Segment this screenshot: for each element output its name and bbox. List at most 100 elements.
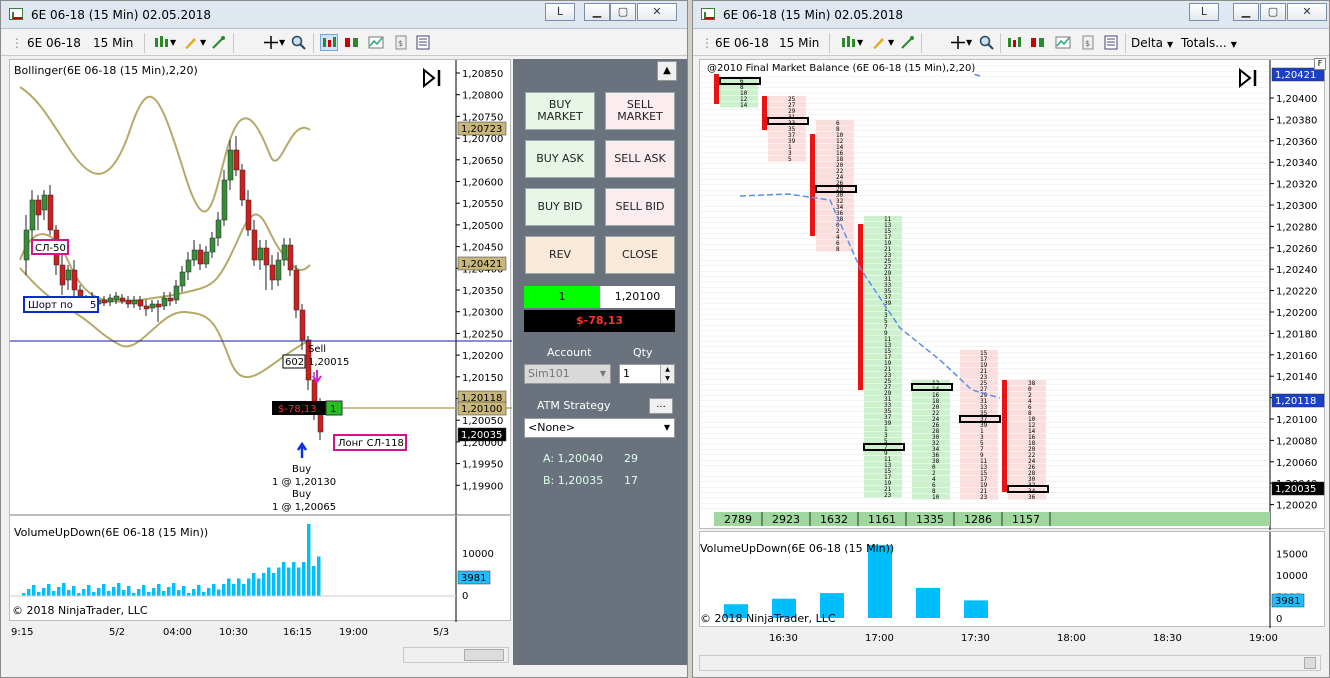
scroll-to-end-icon[interactable] — [422, 68, 444, 88]
instrument-selector[interactable]: 6E 06-18 — [715, 34, 769, 52]
chevron-down-icon[interactable]: ▼ — [170, 34, 176, 52]
minimize-button[interactable]: ▁ — [1233, 3, 1259, 21]
crosshair-icon[interactable] — [263, 35, 279, 50]
time-tick-label: 04:00 — [163, 627, 192, 638]
svg-text:$: $ — [398, 39, 403, 48]
chart-trader-icon[interactable] — [320, 34, 338, 51]
footprint-cell — [960, 410, 998, 416]
window-title: 6E 06-18 (15 Min) 02.05.2018 — [723, 8, 903, 22]
candle — [161, 297, 168, 307]
footprint-chart-panel[interactable]: 1,20400 1,20380 1,20360 1,20340 1,20320 1,203… — [699, 58, 1326, 530]
chart-trader-icon[interactable] — [1006, 35, 1022, 50]
properties-icon[interactable] — [344, 35, 360, 50]
chevron-down-icon[interactable]: ▼ — [200, 34, 206, 52]
crosshair-icon[interactable] — [950, 35, 966, 50]
bar-type-icon[interactable] — [153, 35, 169, 50]
data-box-icon[interactable] — [1103, 35, 1119, 50]
volume-panel[interactable]: 10000 0 3981 VolumeUpDown(6E 06-18 (15 Min… — [9, 515, 511, 622]
close-button[interactable]: ✕ — [637, 3, 677, 21]
sell-market-button[interactable]: SELL MARKET — [605, 92, 675, 130]
volume-bar — [67, 590, 71, 596]
sell-bid-button[interactable]: SELL BID — [605, 188, 675, 226]
candle — [299, 309, 306, 341]
atm-strategy-selector[interactable]: <None> ▼ — [524, 418, 675, 438]
footprint-cell — [960, 374, 998, 380]
footprint-cell — [912, 404, 950, 410]
account-selector[interactable]: Sim101 ▼ — [524, 364, 611, 384]
interval-selector[interactable]: 15 Min — [93, 34, 133, 52]
strategies-icon[interactable]: $ — [1080, 35, 1096, 50]
candle — [239, 169, 246, 201]
volume-panel[interactable]: 1500010000500003981 VolumeUpDown(6E 06-1… — [699, 531, 1325, 628]
footprint-cell — [816, 126, 854, 132]
candle — [107, 297, 114, 303]
footprint-cell — [768, 96, 806, 102]
totals-selector[interactable]: Totals... ▼ — [1181, 34, 1237, 52]
delta-selector[interactable]: Delta ▼ — [1131, 34, 1173, 52]
zoom-icon[interactable] — [291, 35, 307, 50]
buy-bid-button[interactable]: BUY BID — [525, 188, 595, 226]
link-button[interactable]: L — [1189, 3, 1219, 21]
link-button[interactable]: L — [545, 3, 575, 21]
sell-ask-button[interactable]: SELL ASK — [605, 140, 675, 178]
atm-more-button[interactable]: ... — [649, 398, 673, 414]
chevron-down-icon: ▼ — [663, 423, 670, 432]
horizontal-scrollbar[interactable] — [403, 647, 509, 663]
scroll-to-end-icon[interactable] — [1238, 68, 1260, 88]
horizontal-scrollbar[interactable] — [699, 655, 1321, 671]
reverse-button[interactable]: REV — [525, 236, 595, 274]
minimize-button[interactable]: ▁ — [584, 3, 610, 21]
time-tick-label: 17:30 — [961, 633, 990, 644]
price-chart-panel[interactable]: 1,20850 1,20800 1,20750 1,20700 1,20650 1,206… — [9, 59, 512, 516]
volume-bar — [97, 588, 101, 596]
interval-selector[interactable]: 15 Min — [779, 34, 819, 52]
footprint-cell — [1008, 476, 1046, 482]
indicators-icon[interactable] — [1055, 35, 1071, 50]
draw-tool-icon[interactable] — [900, 35, 916, 50]
bar-type-icon[interactable] — [840, 35, 856, 50]
footprint-cell — [864, 354, 902, 360]
data-box-icon[interactable] — [415, 35, 431, 50]
price-chart-canvas[interactable]: 1,208501,208001,207501,207001,206501,206… — [10, 60, 512, 516]
draw-tool-icon[interactable] — [211, 35, 227, 50]
instrument-selector[interactable]: 6E 06-18 — [27, 34, 81, 52]
maximize-button[interactable]: ▢ — [1260, 3, 1286, 21]
chevron-down-icon[interactable]: ▼ — [279, 34, 285, 52]
footprint-cell — [864, 456, 902, 462]
footprint-cell — [864, 348, 902, 354]
collapse-panel-button[interactable]: ▲ — [657, 61, 677, 81]
footprint-cell — [1008, 440, 1046, 446]
buy-ask-button[interactable]: BUY ASK — [525, 140, 595, 178]
maximize-button[interactable]: ▢ — [610, 3, 636, 21]
copyright: © 2018 NinjaTrader, LLC — [12, 604, 148, 617]
chevron-down-icon[interactable]: ▼ — [857, 34, 863, 52]
footprint-cell — [1008, 446, 1046, 452]
buy-market-button[interactable]: BUY MARKET — [525, 92, 595, 130]
time-tick-label: 5/2 — [109, 627, 125, 638]
stepper-arrows-icon[interactable]: ▲ ▼ — [660, 365, 674, 383]
volume-bar — [142, 585, 146, 596]
indicators-icon[interactable] — [368, 35, 384, 50]
chevron-down-icon[interactable]: ▼ — [966, 34, 972, 52]
strategies-icon[interactable]: $ — [393, 35, 409, 50]
quantity-stepper[interactable]: 1 ▲ ▼ — [619, 364, 675, 384]
ask-price: A: 1,20040 — [543, 452, 604, 465]
close-button[interactable]: ✕ — [1287, 3, 1327, 21]
volume-bar — [47, 584, 51, 596]
footprint-chart-canvas[interactable]: 1,20400 1,20380 1,20360 1,20340 1,20320 1,203… — [700, 60, 1326, 530]
total-value: 1286 — [964, 513, 992, 526]
scrollbar-thumb[interactable] — [1304, 657, 1316, 669]
price-tick-label: 1,20360 — [1276, 137, 1317, 148]
pencil-icon[interactable] — [183, 35, 199, 50]
scrollbar-thumb[interactable] — [464, 649, 504, 661]
volume-bar — [282, 562, 286, 596]
window-title: 6E 06-18 (15 Min) 02.05.2018 — [31, 8, 211, 22]
chevron-down-icon[interactable]: ▼ — [888, 34, 894, 52]
pencil-icon[interactable] — [871, 35, 887, 50]
close-position-button[interactable]: CLOSE — [605, 236, 675, 274]
footprint-cell — [912, 464, 950, 470]
zoom-icon[interactable] — [979, 35, 995, 50]
properties-icon[interactable] — [1030, 35, 1046, 50]
delta-bar — [1002, 380, 1007, 492]
footprint-cell — [960, 458, 998, 464]
